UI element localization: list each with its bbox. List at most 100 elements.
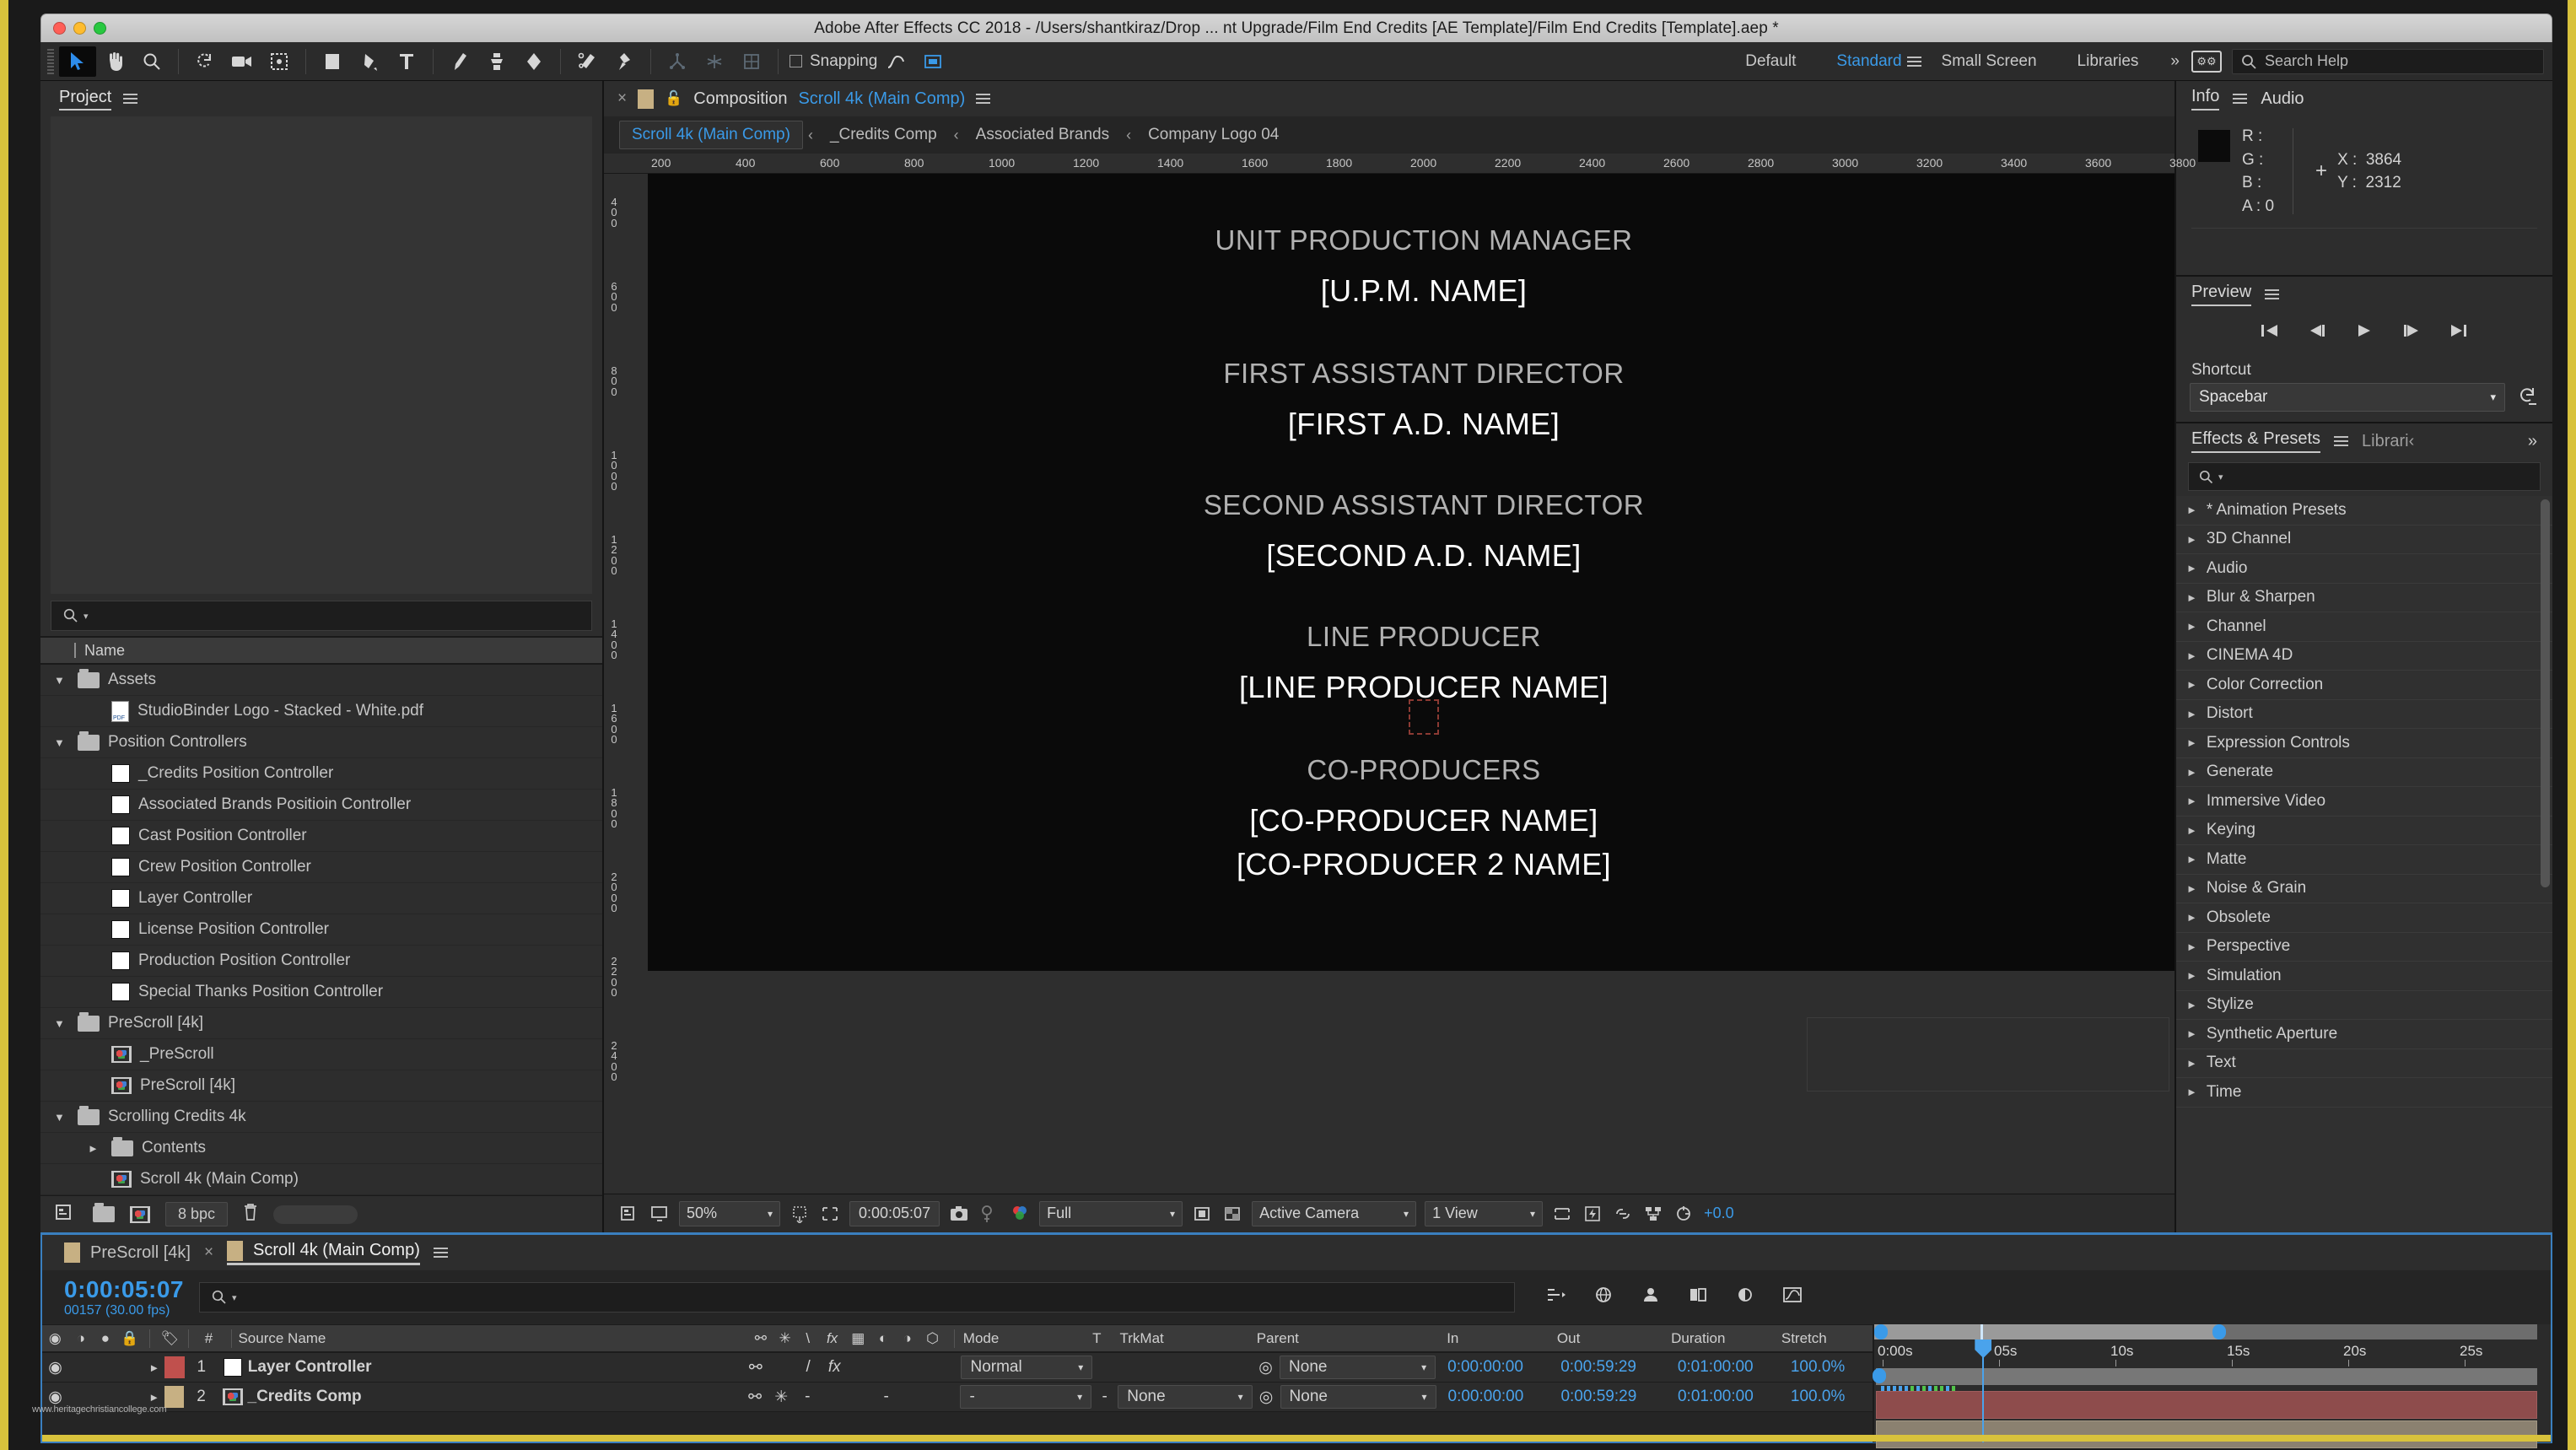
parent-pickwhip-icon[interactable]: ◎	[1252, 1353, 1280, 1382]
effects-category-row[interactable]: ► Text	[2176, 1049, 2552, 1079]
channel-rgb-icon[interactable]	[1005, 1205, 1035, 1223]
world-axis-mode-icon[interactable]	[696, 46, 733, 77]
workspace-menu-icon[interactable]	[1906, 54, 1921, 69]
twirl-icon[interactable]: ►	[2186, 678, 2197, 691]
twirl-icon[interactable]: ►	[2186, 911, 2197, 924]
effects-category-row[interactable]: ► Expression Controls	[2176, 729, 2552, 758]
effects-category-row[interactable]: ► Color Correction	[2176, 671, 2552, 700]
twirl-icon[interactable]: ►	[2186, 766, 2197, 779]
roto-brush-tool-icon[interactable]	[569, 46, 606, 77]
motion-blur-switch[interactable]: -	[873, 1383, 899, 1411]
tab-info[interactable]: Info	[2191, 87, 2220, 111]
composition-panel-menu-icon[interactable]	[976, 91, 991, 106]
clone-stamp-tool-icon[interactable]	[478, 46, 515, 77]
motion-blur-switch[interactable]	[874, 1353, 900, 1382]
effects-panel-overflow-icon[interactable]: »	[2528, 432, 2537, 451]
fx-switch[interactable]: fx	[822, 1353, 848, 1382]
adjustment-switch[interactable]	[900, 1353, 926, 1382]
effects-category-row[interactable]: ► Audio	[2176, 554, 2552, 584]
parent-link-switch[interactable]: ⚯	[742, 1353, 768, 1382]
delete-icon[interactable]	[243, 1203, 258, 1226]
hand-tool-icon[interactable]	[96, 46, 133, 77]
project-item[interactable]: _PreScroll	[40, 1039, 602, 1070]
tab-libraries[interactable]: Librari‹	[2362, 432, 2414, 451]
region-of-interest-icon[interactable]	[815, 1205, 845, 1222]
project-item[interactable]: Crew Position Controller	[40, 852, 602, 883]
magnification-select[interactable]: 50% ▾	[679, 1200, 780, 1226]
effects-category-row[interactable]: ► CINEMA 4D	[2176, 642, 2552, 671]
work-area-bar[interactable]	[1874, 1324, 2537, 1339]
show-snapshot-icon[interactable]	[974, 1205, 1005, 1223]
effects-search-input[interactable]: ▾	[2188, 462, 2541, 492]
project-item[interactable]: ▼ PreScroll [4k]	[40, 1008, 602, 1039]
timeline-search-input[interactable]: ▾	[198, 1282, 1515, 1313]
twirl-icon[interactable]: ►	[2186, 1086, 2197, 1098]
project-item[interactable]: Cast Position Controller	[40, 821, 602, 852]
table-row[interactable]: ◉ ► 2 _Credits Comp ⚯ ✳ - - - ▾ - None ▾ ◎ None ▾ 0:00:0…	[42, 1383, 1873, 1412]
shortcut-select[interactable]: Spacebar ▾	[2190, 383, 2505, 412]
project-panel-menu-icon[interactable]	[123, 91, 138, 106]
timeline-tab-prescroll[interactable]: PreScroll [4k]	[64, 1242, 191, 1263]
table-row[interactable]: ◉ ► 1 Layer Controller ⚯ / fx Normal ▾ ◎ None ▾ 0:00…	[42, 1353, 1873, 1383]
twirl-icon[interactable]: ▼	[54, 1017, 69, 1030]
camera-tool-icon[interactable]	[224, 46, 261, 77]
effects-category-row[interactable]: ► Time	[2176, 1078, 2552, 1108]
take-snapshot-icon[interactable]	[944, 1205, 974, 1222]
new-folder-icon[interactable]	[93, 1203, 115, 1222]
info-panel-menu-icon[interactable]	[2233, 91, 2248, 106]
quality-switch[interactable]	[768, 1353, 795, 1382]
rotation-tool-icon[interactable]	[186, 46, 224, 77]
preview-panel-menu-icon[interactable]	[2265, 287, 2280, 302]
timeline-tab-scroll-main[interactable]: Scroll 4k (Main Comp)	[227, 1240, 420, 1265]
effects-category-row[interactable]: ► Distort	[2176, 700, 2552, 730]
three-d-switch[interactable]	[925, 1383, 951, 1411]
project-item[interactable]: Production Position Controller	[40, 946, 602, 977]
composition-stage[interactable]: UNIT PRODUCTION MANAGER [U.P.M. NAME] FI…	[626, 174, 2175, 1194]
twirl-icon[interactable]: ►	[2186, 736, 2197, 749]
first-frame-icon[interactable]	[2259, 322, 2281, 344]
search-help-box[interactable]: Search Help	[2232, 48, 2544, 74]
effects-category-row[interactable]: ► Keying	[2176, 817, 2552, 846]
effects-category-row[interactable]: ► Matte	[2176, 845, 2552, 875]
project-item[interactable]: Scroll 4k (Main Comp)	[40, 1164, 602, 1195]
breadcrumb-item[interactable]: Scroll 4k (Main Comp)	[619, 121, 803, 149]
composition-frame[interactable]: UNIT PRODUCTION MANAGER [U.P.M. NAME] FI…	[648, 174, 2175, 971]
graph-editor-icon[interactable]	[877, 46, 914, 77]
composition-tab-name[interactable]: Scroll 4k (Main Comp)	[798, 89, 965, 109]
snapping-toggle[interactable]: Snapping	[790, 52, 877, 71]
twirl-icon[interactable]: ▼	[54, 1111, 69, 1124]
hide-shy-layers-icon[interactable]	[1640, 1286, 1662, 1309]
twirl-icon[interactable]: ►	[2186, 882, 2197, 895]
work-area-start-handle[interactable]	[1874, 1324, 1888, 1339]
camera-view-select[interactable]: Active Camera ▾	[1252, 1200, 1417, 1226]
tab-audio[interactable]: Audio	[2261, 89, 2304, 109]
region-interest-toggle-icon[interactable]	[1187, 1205, 1217, 1222]
composition-mini-flowchart-icon[interactable]	[1545, 1286, 1567, 1309]
transparency-grid-icon[interactable]	[1217, 1205, 1248, 1222]
pan-behind-tool-icon[interactable]	[261, 46, 298, 77]
brush-tool-icon[interactable]	[441, 46, 478, 77]
twirl-icon[interactable]: ►	[2186, 533, 2197, 546]
breadcrumb-item[interactable]: Associated Brands	[964, 121, 1121, 148]
workspace-default[interactable]: Default	[1725, 52, 1816, 71]
close-icon[interactable]: ×	[617, 89, 627, 108]
playhead[interactable]	[1975, 1339, 1992, 1442]
puppet-pin-tool-icon[interactable]	[606, 46, 643, 77]
timeline-current-time[interactable]: 0:00:05:07 00157 (30.00 fps)	[42, 1276, 199, 1318]
effects-category-row[interactable]: ► Obsolete	[2176, 903, 2552, 933]
project-item[interactable]: Associated Brands Positioin Controller	[40, 790, 602, 821]
fast-previews-icon[interactable]	[1577, 1205, 1608, 1222]
twirl-icon[interactable]: ►	[2186, 562, 2197, 574]
quality-switch[interactable]: ✳	[768, 1383, 795, 1411]
project-search-input[interactable]: ▾	[51, 601, 592, 631]
work-area-end-handle[interactable]	[2212, 1324, 2226, 1339]
project-item[interactable]: ▼ Position Controllers	[40, 727, 602, 758]
workspace-overflow-icon[interactable]: »	[2158, 52, 2191, 71]
tab-preview[interactable]: Preview	[2191, 283, 2252, 307]
type-tool-icon[interactable]	[388, 46, 425, 77]
last-frame-icon[interactable]	[2448, 322, 2470, 344]
effects-category-row[interactable]: ► Synthetic Aperture	[2176, 1020, 2552, 1049]
layer-bar[interactable]	[1876, 1391, 2537, 1419]
timeline-link-icon[interactable]	[1608, 1205, 1638, 1223]
twirl-icon[interactable]: ▼	[54, 736, 69, 749]
